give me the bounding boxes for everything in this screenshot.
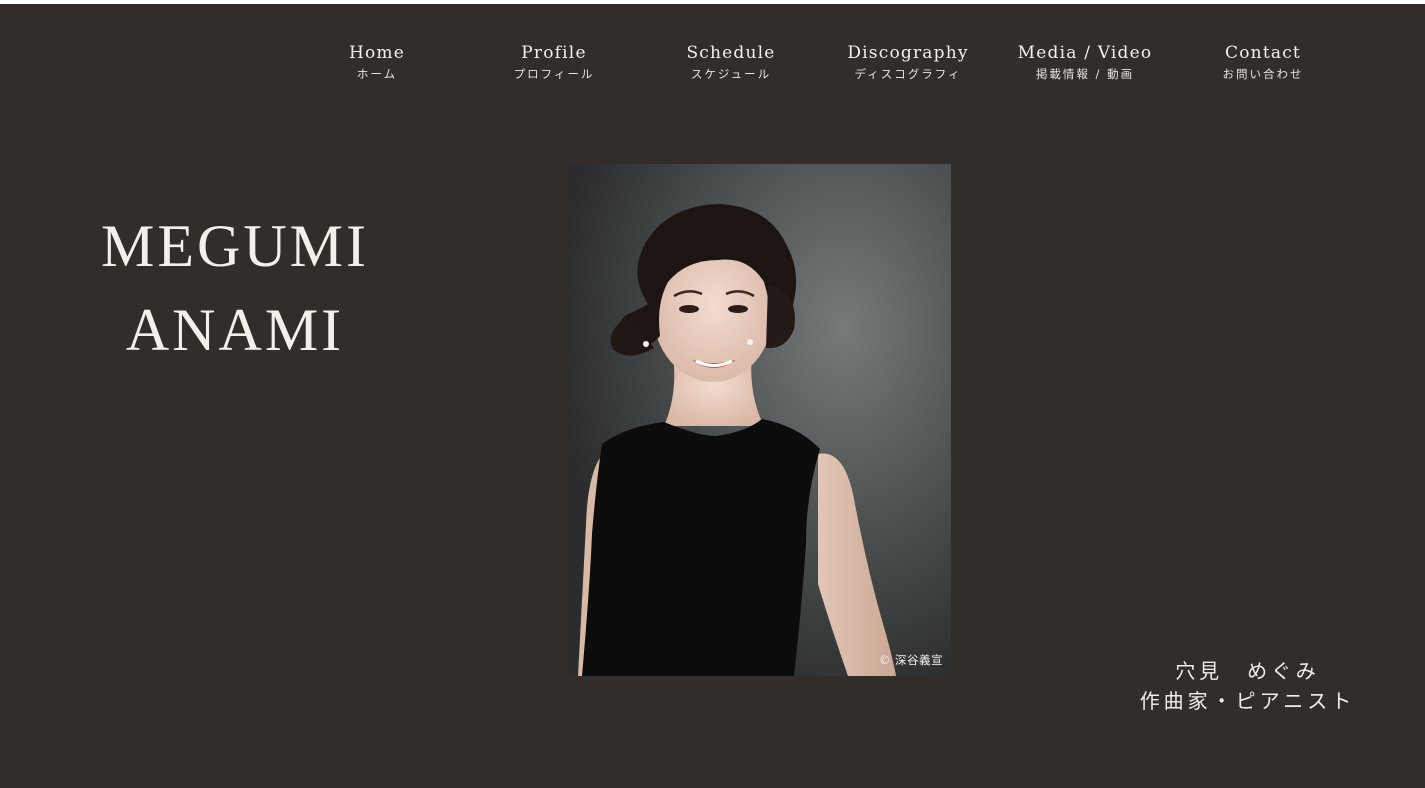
artist-name-last: ANAMI <box>125 297 345 363</box>
artist-name-first: MEGUMI <box>101 213 369 279</box>
nav-item-media-video[interactable]: Media / Video 掲載情報 / 動画 <box>1010 42 1160 82</box>
artist-name-japanese: 穴見 めぐみ <box>1175 659 1320 683</box>
nav-item-profile[interactable]: Profile プロフィール <box>479 42 629 82</box>
artist-name-heading: MEGUMI ANAMI <box>60 204 410 372</box>
main-navigation: Home ホーム Profile プロフィール Schedule スケジュール … <box>0 4 1425 114</box>
nav-item-sublabel: スケジュール <box>690 67 772 81</box>
nav-item-label: Profile <box>521 43 587 63</box>
nav-item-label: Schedule <box>686 43 776 63</box>
nav-item-sublabel: ディスコグラフィ <box>854 67 962 81</box>
nav-item-contact[interactable]: Contact お問い合わせ <box>1188 42 1338 82</box>
nav-item-label: Home <box>348 43 406 63</box>
nav-item-sublabel: プロフィール <box>513 67 595 81</box>
nav-item-sublabel: ホーム <box>356 67 398 81</box>
artist-role: 作曲家・ピアニスト <box>1139 689 1356 713</box>
nav-item-sublabel: お問い合わせ <box>1222 67 1304 81</box>
artist-subtitle: 穴見 めぐみ 作曲家・ピアニスト <box>1110 656 1385 716</box>
nav-item-label: Discography <box>847 43 969 63</box>
artist-portrait-photo: © 深谷義宣 <box>568 164 951 676</box>
nav-item-sublabel: 掲載情報 / 動画 <box>1035 67 1135 81</box>
nav-item-discography[interactable]: Discography ディスコグラフィ <box>833 42 983 82</box>
nav-item-label: Media / Video <box>1017 43 1153 63</box>
nav-item-schedule[interactable]: Schedule スケジュール <box>656 42 806 82</box>
photo-credit: © 深谷義宣 <box>878 653 943 667</box>
page-background: Home ホーム Profile プロフィール Schedule スケジュール … <box>0 4 1425 788</box>
portrait-illustration <box>568 164 951 676</box>
nav-item-label: Contact <box>1225 43 1301 63</box>
nav-item-home[interactable]: Home ホーム <box>302 42 452 82</box>
